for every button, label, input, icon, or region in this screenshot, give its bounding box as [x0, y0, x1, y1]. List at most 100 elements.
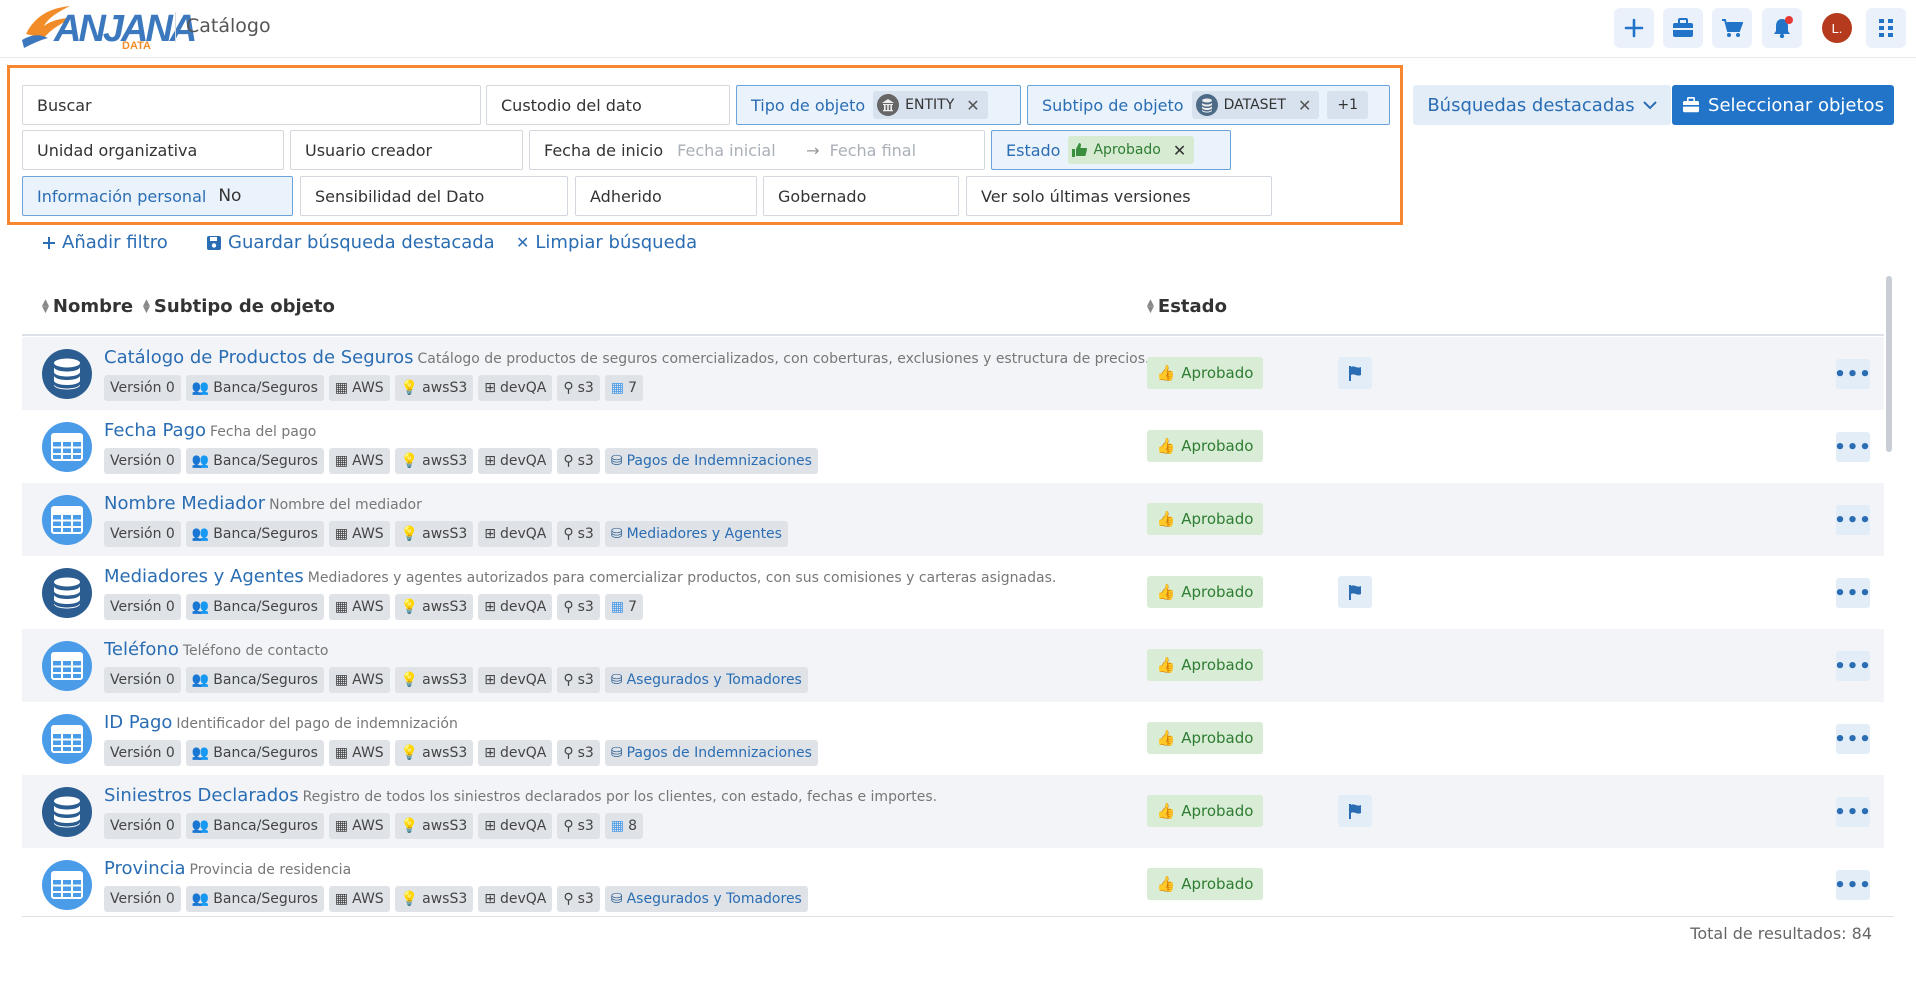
more-options-button[interactable]: ••• [1834, 578, 1871, 608]
cart-button[interactable] [1712, 8, 1752, 48]
lightbulb-icon: 💡 [400, 599, 419, 615]
row-name[interactable]: Fecha Pago Fecha del pago [104, 420, 316, 441]
row-title[interactable]: Nombre Mediador [104, 493, 265, 514]
remove-status-icon[interactable]: ✕ [1173, 141, 1186, 160]
row-tags: Versión 0 👥 Banca/Seguros ▦ AWS 💡 awsS3 ⊞ de… [104, 448, 818, 474]
database-icon: ⛁ [610, 891, 623, 907]
sensitivity-filter[interactable]: Sensibilidad del Dato [300, 176, 568, 216]
flag-icon [1349, 366, 1361, 381]
creator-user-filter[interactable]: Usuario creador [290, 130, 523, 170]
more-options-button[interactable]: ••• [1834, 359, 1871, 389]
clear-search-label: Limpiar búsqueda [535, 232, 698, 253]
row-name[interactable]: Mediadores y Agentes Mediadores y agentes… [104, 566, 1056, 587]
row-name[interactable]: ID Pago Identificador del pago de indemni… [104, 712, 458, 733]
parent-link-tag[interactable]: ⛁ Pagos de Indemnizaciones [604, 740, 818, 766]
version-tag: Versión 0 [104, 813, 181, 839]
object-subtype-more-chip[interactable]: +1 [1327, 91, 1368, 119]
latest-versions-filter[interactable]: Ver solo últimas versiones [966, 176, 1272, 216]
version-tag: Versión 0 [104, 448, 181, 474]
row-name[interactable]: Catálogo de Productos de Seguros Catálogo… [104, 347, 1150, 368]
table-row[interactable]: Fecha Pago Fecha del pago Versión 0 👥 Banc… [22, 410, 1884, 483]
governed-filter[interactable]: Gobernado [763, 176, 959, 216]
row-name[interactable]: Siniestros Declarados Registro de todos l… [104, 785, 937, 806]
row-title[interactable]: Fecha Pago [104, 420, 206, 441]
database-icon: ⛁ [610, 745, 623, 761]
table-row[interactable]: Teléfono Teléfono de contacto Versión 0 👥… [22, 629, 1884, 702]
briefcase-button[interactable] [1663, 8, 1703, 48]
select-objects-button[interactable]: Seleccionar objetos [1672, 85, 1894, 125]
apps-menu-button[interactable] [1866, 8, 1906, 48]
row-title[interactable]: Siniestros Declarados [104, 785, 299, 806]
table-row[interactable]: Nombre Mediador Nombre del mediador Versi… [22, 483, 1884, 556]
table-row[interactable]: ID Pago Identificador del pago de indemni… [22, 702, 1884, 775]
more-options-button[interactable]: ••• [1834, 651, 1871, 681]
more-options-button[interactable]: ••• [1834, 432, 1871, 462]
more-options-button[interactable]: ••• [1834, 505, 1871, 535]
results-scrollbar[interactable] [1884, 276, 1894, 916]
row-title[interactable]: Mediadores y Agentes [104, 566, 304, 587]
add-button[interactable] [1614, 8, 1654, 48]
row-title[interactable]: Catálogo de Productos de Seguros [104, 347, 414, 368]
more-options-button[interactable]: ••• [1834, 870, 1871, 900]
provider-text: AWS [352, 380, 384, 396]
status-badge: 👍 Aprobado [1147, 722, 1263, 754]
org-unit-filter[interactable]: Unidad organizativa [22, 130, 284, 170]
table-row[interactable]: Provincia Provincia de residencia Versión… [22, 848, 1884, 921]
sort-by-name[interactable]: ▲ ▼ Nombre [42, 296, 133, 317]
status-filter-chip[interactable]: Aprobado ✕ [1068, 136, 1195, 164]
start-date-filter[interactable]: Fecha de inicio Fecha inicial → Fecha fi… [529, 130, 985, 170]
flag-button[interactable] [1338, 576, 1372, 608]
clear-search-link[interactable]: ✕ Limpiar búsqueda [516, 232, 697, 253]
building-icon: ▦ [334, 818, 349, 834]
child-count-tag[interactable]: ▦ 7 [604, 375, 643, 401]
table-row[interactable]: Mediadores y Agentes Mediadores y agentes… [22, 556, 1884, 629]
notifications-button[interactable] [1762, 8, 1802, 48]
personal-info-filter[interactable]: Información personal No [22, 176, 293, 216]
briefcase-icon [1683, 97, 1700, 113]
start-date-input[interactable]: Fecha inicial [677, 141, 802, 160]
table-row[interactable]: Catálogo de Productos de Seguros Catálogo… [22, 337, 1884, 410]
object-subtype-filter[interactable]: Subtipo de objeto DATASET ✕ +1 [1027, 85, 1390, 125]
remove-object-subtype-icon[interactable]: ✕ [1298, 96, 1311, 115]
object-type-chip[interactable]: ENTITY ✕ [873, 91, 988, 119]
row-title[interactable]: Provincia [104, 858, 186, 879]
search-input[interactable]: Buscar [22, 85, 481, 125]
child-count-tag[interactable]: ▦ 7 [604, 594, 643, 620]
remove-object-type-icon[interactable]: ✕ [966, 96, 979, 115]
adhered-filter[interactable]: Adherido [575, 176, 757, 216]
add-filter-link[interactable]: Añadir filtro [42, 232, 168, 253]
custodian-filter[interactable]: Custodio del dato [486, 85, 730, 125]
anjana-logo[interactable]: ANJANA DATA [18, 4, 197, 52]
object-subtype-chip[interactable]: DATASET ✕ [1191, 91, 1320, 119]
sort-by-subtype[interactable]: ▲ ▼ Subtipo de objeto [143, 296, 335, 317]
user-avatar[interactable]: L. [1822, 13, 1852, 43]
provider-text: AWS [352, 672, 384, 688]
more-options-button[interactable]: ••• [1834, 724, 1871, 754]
object-type-filter[interactable]: Tipo de objeto ENTITY ✕ [736, 85, 1021, 125]
row-title[interactable]: ID Pago [104, 712, 172, 733]
status-text: Aprobado [1181, 802, 1254, 820]
row-name[interactable]: Provincia Provincia de residencia [104, 858, 351, 879]
table-row[interactable]: Siniestros Declarados Registro de todos l… [22, 775, 1884, 848]
parent-link-tag[interactable]: ⛁ Pagos de Indemnizaciones [604, 448, 818, 474]
featured-searches-dropdown[interactable]: Búsquedas destacadas [1413, 85, 1671, 125]
save-featured-search-link[interactable]: Guardar búsqueda destacada [206, 232, 495, 253]
sort-by-status[interactable]: ▲ ▼ Estado [1147, 296, 1227, 317]
row-title[interactable]: Teléfono [104, 639, 179, 660]
parent-link-tag[interactable]: ⛁ Mediadores y Agentes [604, 521, 788, 547]
parent-link-tag[interactable]: ⛁ Asegurados y Tomadores [604, 667, 808, 693]
end-date-input[interactable]: Fecha final [830, 141, 916, 160]
provider-text: AWS [352, 891, 384, 907]
flag-button[interactable] [1338, 357, 1372, 389]
status-filter[interactable]: Estado Aprobado ✕ [991, 130, 1231, 170]
more-options-button[interactable]: ••• [1834, 797, 1871, 827]
row-name[interactable]: Nombre Mediador Nombre del mediador [104, 493, 422, 514]
child-count-tag[interactable]: ▦ 8 [604, 813, 643, 839]
flag-button[interactable] [1338, 795, 1372, 827]
lightbulb-icon: 💡 [400, 453, 419, 469]
provider-text: AWS [352, 818, 384, 834]
env-text: devQA [499, 380, 547, 396]
parent-link-tag[interactable]: ⛁ Asegurados y Tomadores [604, 886, 808, 912]
scrollbar-thumb[interactable] [1886, 276, 1892, 452]
row-name[interactable]: Teléfono Teléfono de contacto [104, 639, 328, 660]
